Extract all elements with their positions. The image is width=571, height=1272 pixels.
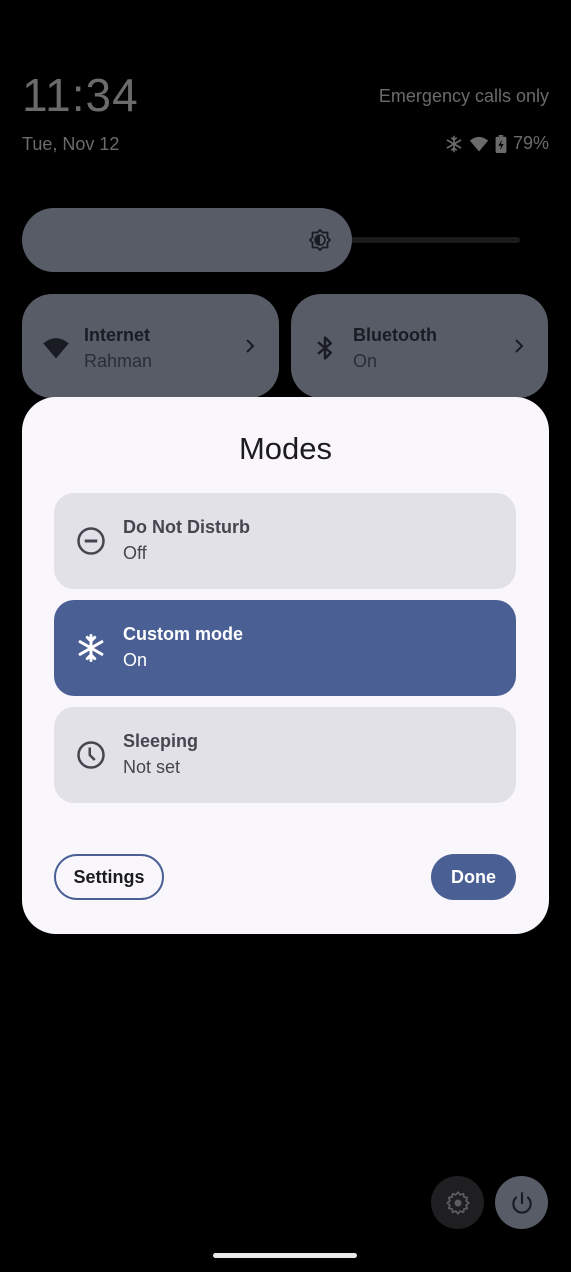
chevron-right-icon[interactable] — [243, 336, 257, 356]
snowflake-icon — [446, 135, 462, 152]
wifi-icon — [43, 338, 69, 359]
power-button[interactable] — [495, 1176, 548, 1229]
mode-status: Off — [123, 543, 147, 563]
navigation-handle[interactable] — [213, 1253, 357, 1258]
battery-charging-icon — [495, 134, 507, 153]
carrier-text: Emergency calls only — [378, 86, 549, 106]
tile-bluetooth[interactable]: Bluetooth On — [291, 294, 548, 398]
brightness-slider-track[interactable] — [340, 237, 520, 243]
done-button[interactable]: Done — [431, 854, 516, 900]
brightness-icon — [308, 228, 332, 252]
tile-subtitle: Rahman — [84, 351, 153, 371]
battery-percent: 79% — [512, 133, 549, 153]
status-icons: 79% — [445, 133, 549, 154]
dialog-title: Modes — [238, 431, 333, 466]
clock-icon — [77, 741, 105, 769]
clock[interactable]: 11:34 — [22, 68, 139, 122]
tile-internet[interactable]: Internet Rahman — [22, 294, 279, 398]
bluetooth-icon — [317, 336, 332, 360]
tile-subtitle: On — [353, 351, 378, 371]
mode-title: Sleeping — [123, 731, 199, 751]
mode-do-not-disturb[interactable]: Do Not Disturb Off — [54, 493, 516, 589]
mode-status: On — [123, 650, 148, 670]
snowflake-icon — [78, 634, 104, 662]
date[interactable]: Tue, Nov 12 — [22, 134, 119, 155]
mode-title: Custom mode — [123, 624, 244, 644]
settings-button[interactable]: Settings — [54, 854, 164, 900]
settings-gear-button[interactable] — [431, 1176, 484, 1229]
power-icon — [511, 1191, 532, 1214]
mode-status: Not set — [123, 757, 181, 777]
tile-title: Internet — [84, 325, 151, 345]
gear-icon — [445, 1190, 470, 1215]
mode-custom[interactable]: Custom mode On — [54, 600, 516, 696]
mode-sleeping[interactable]: Sleeping Not set — [54, 707, 516, 803]
wifi-icon — [469, 136, 489, 151]
brightness-slider[interactable] — [22, 208, 352, 272]
modes-dialog: Modes Do Not Disturb Off Custom mode On … — [22, 397, 549, 934]
chevron-right-icon[interactable] — [512, 336, 526, 356]
mode-title: Do Not Disturb — [123, 517, 250, 537]
tile-title: Bluetooth — [353, 325, 437, 345]
do-not-disturb-icon — [77, 527, 105, 555]
